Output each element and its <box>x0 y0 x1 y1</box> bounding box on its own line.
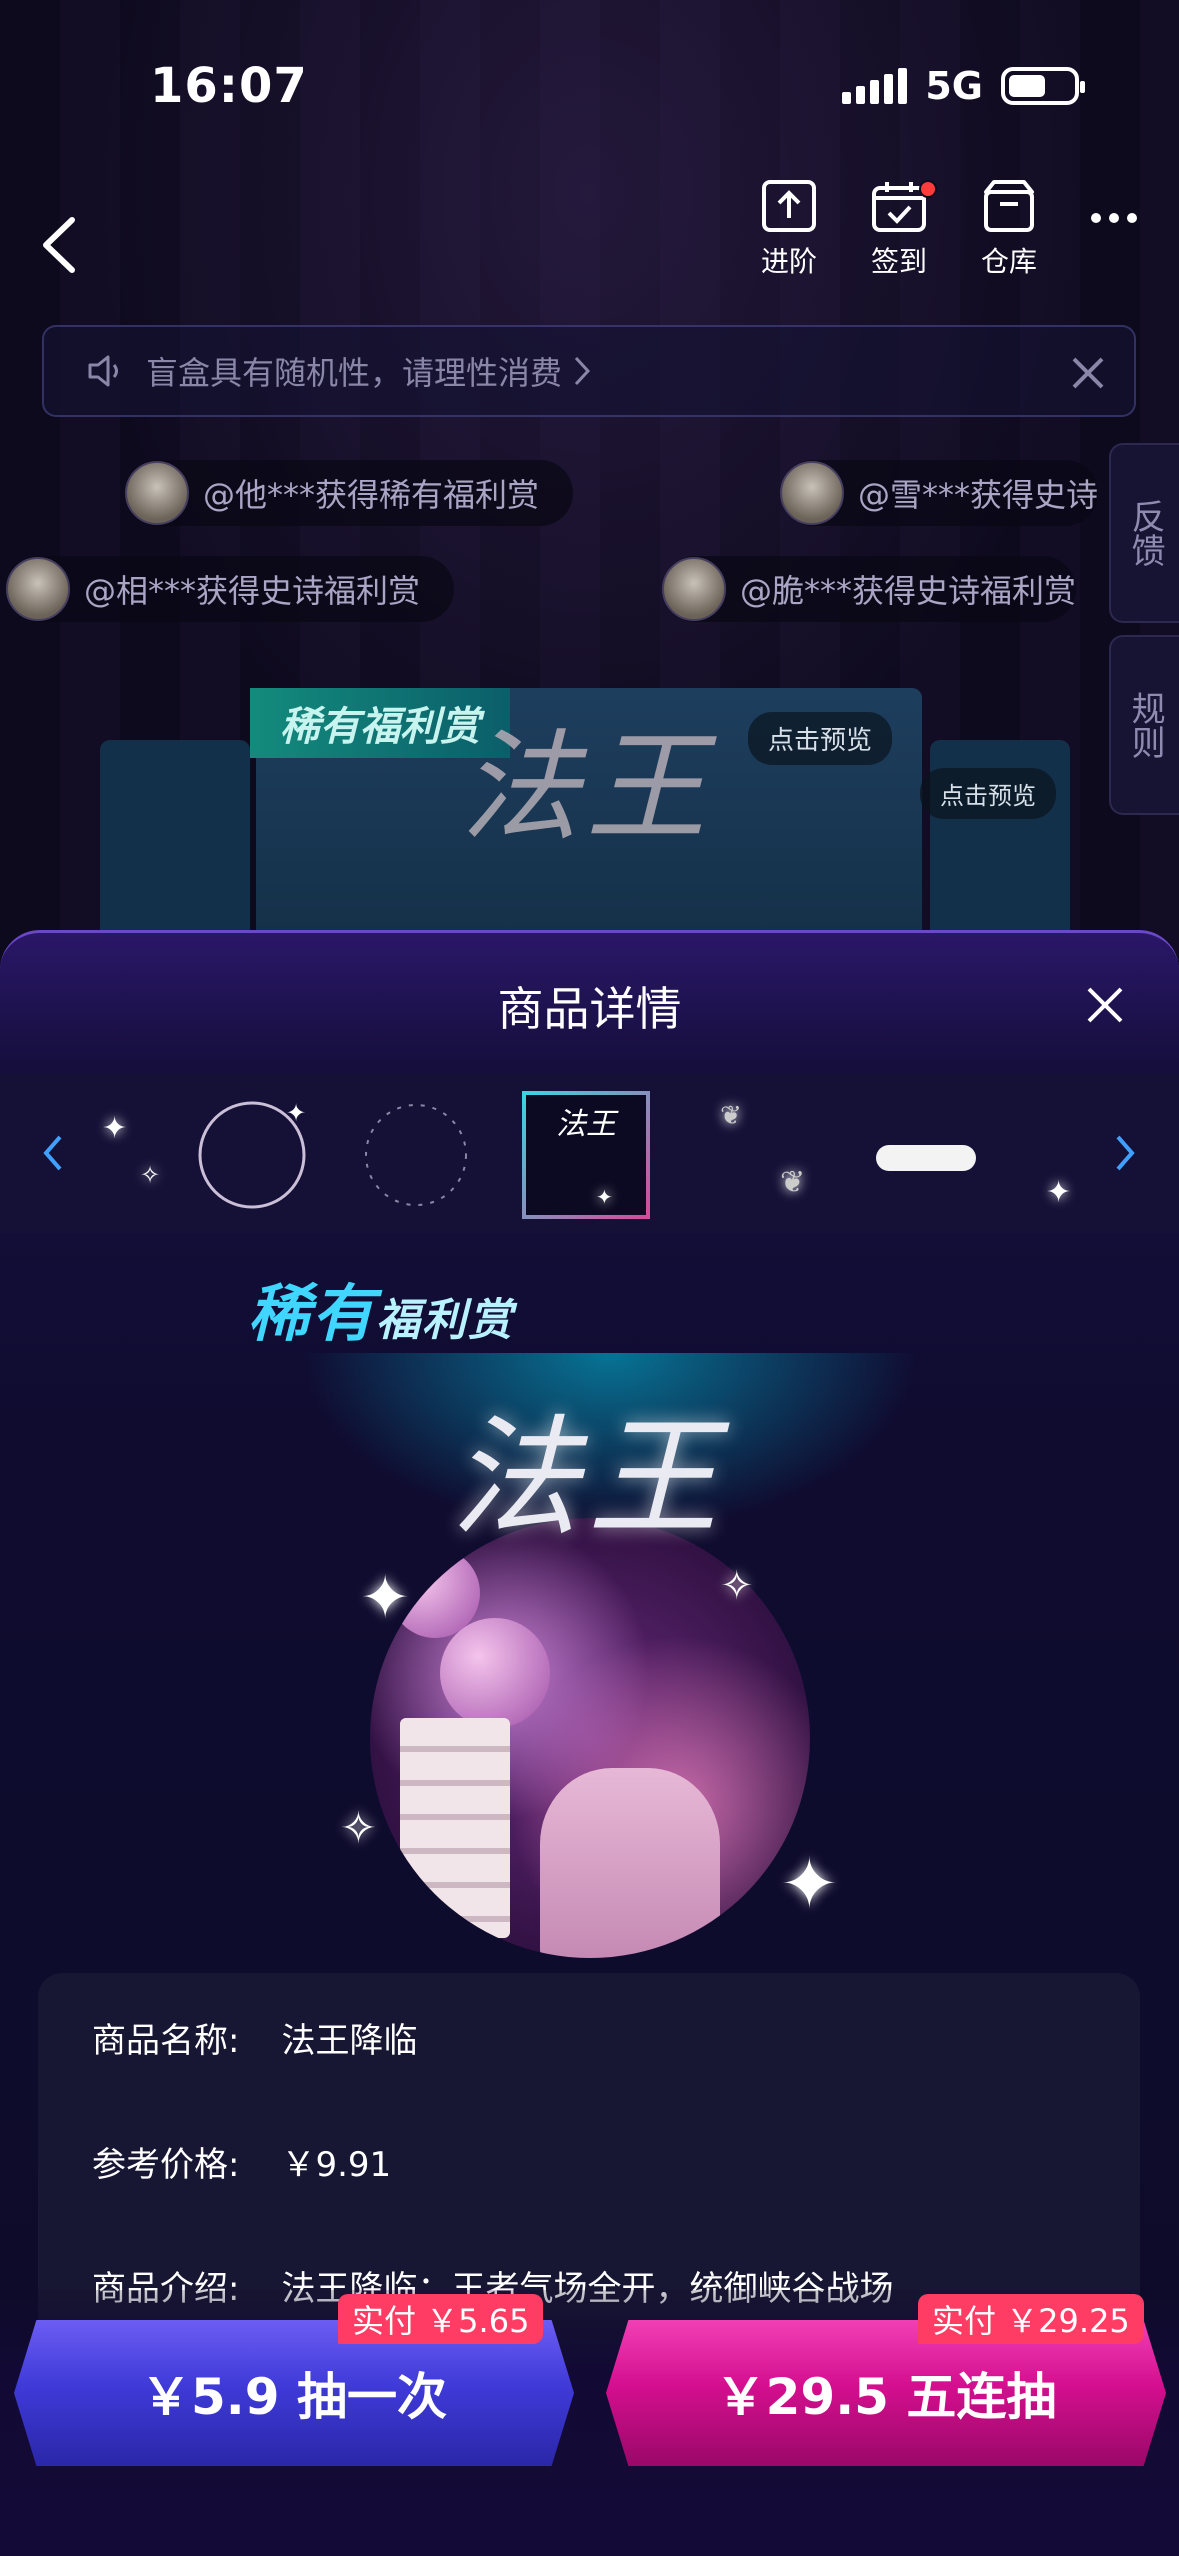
sparkle-icon: ✧ <box>140 1161 161 1189</box>
status-bar: 16:07 5G <box>0 0 1179 170</box>
chevron-right-icon[interactable] <box>1108 1123 1144 1183</box>
sparkle-icon: ✧ <box>340 1803 377 1854</box>
avatar <box>662 557 726 621</box>
sparkle-icon: ✦ <box>360 1563 411 1633</box>
thumbnail-item[interactable] <box>860 1091 988 1219</box>
more-dot-icon <box>1091 213 1101 223</box>
more-dot-icon <box>1127 213 1137 223</box>
avatar <box>6 557 70 621</box>
price-value: ￥9.91 <box>281 2145 392 2185</box>
warehouse-button[interactable]: 仓库 <box>969 178 1049 280</box>
chevron-left-icon <box>43 217 75 273</box>
thumbnail-title: 法王 <box>556 1107 616 1142</box>
hero-title: 法王 <box>450 1402 727 1554</box>
back-button[interactable] <box>30 210 90 280</box>
thumbnail-carousel: ✦ ✧ ✦ 法王 ✦ ❦ ❦ ✦ <box>0 1073 1179 1233</box>
chevron-right-icon <box>574 356 591 386</box>
thumbnail-item[interactable]: ✦ <box>1010 1091 1110 1219</box>
winner-text: @他***获得稀有福利赏 <box>203 476 540 514</box>
top-navigation: 进阶 签到 仓库 <box>0 170 1179 310</box>
sparkle-icon: ✧ <box>720 1563 754 1609</box>
thumbnail-item[interactable]: ❦ ❦ <box>690 1091 818 1219</box>
prize-card[interactable] <box>100 740 250 940</box>
battery-icon <box>1001 67 1085 105</box>
thumbnail-item[interactable] <box>352 1091 480 1219</box>
advance-button[interactable]: 进阶 <box>749 178 829 280</box>
close-icon[interactable] <box>1064 349 1112 397</box>
winner-pill: @脆***获得史诗福利赏 <box>662 556 1077 622</box>
thumbnail-item[interactable]: ✦ ✧ <box>62 1091 190 1219</box>
actual-pay-badge: 实付 ￥5.65 <box>338 2294 544 2344</box>
status-time: 16:07 <box>150 58 308 114</box>
speaker-icon <box>88 355 118 387</box>
advance-label: 进阶 <box>760 245 817 278</box>
thumbnail-item[interactable]: ✦ <box>188 1091 316 1219</box>
avatar <box>125 461 189 525</box>
sparkle-icon: ✦ <box>596 1185 613 1209</box>
actual-pay-badge: 实付 ￥29.25 <box>918 2294 1144 2344</box>
svg-text:✦: ✦ <box>286 1099 306 1127</box>
rarity-main: 稀有 <box>248 1277 377 1350</box>
warehouse-label: 仓库 <box>980 245 1037 278</box>
network-label: 5G <box>925 64 983 108</box>
sheet-title: 商品详情 <box>497 982 682 1036</box>
name-key: 商品名称: <box>92 2021 240 2061</box>
thumbnail-item-selected[interactable]: 法王 ✦ <box>522 1091 650 1219</box>
upload-icon <box>762 180 816 232</box>
nav-actions: 进阶 签到 仓库 <box>749 178 1149 280</box>
cake <box>400 1718 510 1938</box>
name-value: 法王降临 <box>281 2021 418 2061</box>
sparkle-icon: ✦ <box>780 1843 839 1925</box>
ring-icon: ✦ <box>198 1099 306 1209</box>
winner-text: @雪***获得史诗 <box>858 476 1099 514</box>
signal-icon <box>842 68 908 104</box>
feedback-label: 反馈 <box>1125 499 1166 567</box>
sparkle-icon: ✦ <box>102 1111 128 1146</box>
more-dot-icon <box>1109 213 1119 223</box>
notice-text: 盲盒具有随机性，请理性消费 <box>146 354 563 392</box>
rules-tab[interactable]: 规则 <box>1109 635 1179 815</box>
rules-label: 规则 <box>1125 691 1166 759</box>
info-row-price: 参考价格: ￥9.91 <box>92 2137 391 2186</box>
ring-icon <box>365 1104 467 1206</box>
info-row-name: 商品名称: 法王降临 <box>92 2013 417 2062</box>
notification-dot <box>919 180 937 198</box>
winner-pill: @他***获得稀有福利赏 <box>125 460 574 526</box>
person <box>540 1768 720 1958</box>
winner-text: @相***获得史诗福利赏 <box>84 572 421 610</box>
avatar <box>780 461 844 525</box>
winner-text: @脆***获得史诗福利赏 <box>740 572 1077 610</box>
butterfly-icon: ❦ <box>780 1165 806 1200</box>
winner-pill: @雪***获得史诗 <box>780 460 1099 526</box>
rarity-sub: 福利赏 <box>376 1295 515 1346</box>
close-icon[interactable] <box>1081 981 1129 1029</box>
card-title: 法王 <box>460 719 712 858</box>
balloon <box>440 1618 550 1728</box>
preview-button[interactable]: 点击预览 <box>920 768 1056 819</box>
more-button[interactable] <box>1079 178 1149 258</box>
sparkle-icon: ✦ <box>1046 1175 1072 1210</box>
butterfly-icon: ❦ <box>720 1101 742 1131</box>
preview-button[interactable]: 点击预览 <box>748 712 893 765</box>
product-image: 稀有福利赏 法王 ✦ ✦ ✧ ✧ <box>220 1263 960 1958</box>
price-key: 参考价格: <box>92 2145 240 2185</box>
check-in-label: 签到 <box>870 245 927 278</box>
box-icon <box>984 180 1034 232</box>
notice-bar[interactable]: 盲盒具有随机性，请理性消费 <box>42 325 1136 417</box>
feedback-tab[interactable]: 反馈 <box>1109 443 1179 623</box>
rarity-banner: 稀有福利赏 <box>248 1263 514 1353</box>
status-indicators: 5G <box>842 64 1085 108</box>
pill-shape <box>876 1145 976 1171</box>
check-in-button[interactable]: 签到 <box>859 178 939 280</box>
winner-pill: @相***获得史诗福利赏 <box>6 556 455 622</box>
